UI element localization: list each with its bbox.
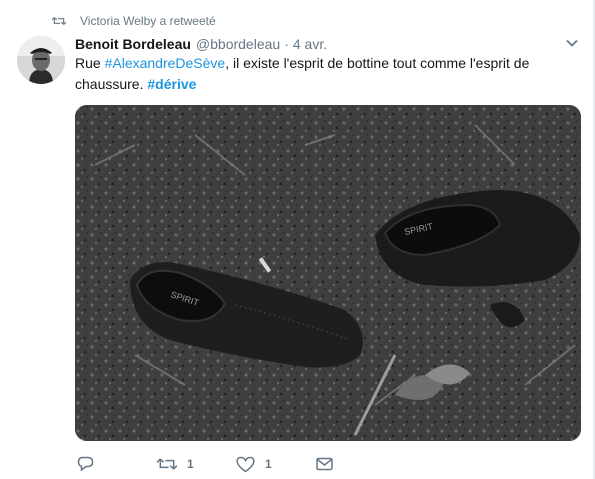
heart-icon <box>236 456 255 472</box>
direct-message-button[interactable] <box>316 455 333 473</box>
separator-dot: · <box>284 36 289 52</box>
tweet-text: Rue #AlexandreDeSève, il existe l'esprit… <box>75 53 565 95</box>
tweet-timestamp[interactable]: 4 avr. <box>293 36 327 52</box>
like-button[interactable]: 1 <box>236 455 272 473</box>
like-count: 1 <box>265 457 272 471</box>
retweet-count: 1 <box>187 457 194 471</box>
tweet-text-part: Rue <box>75 55 105 71</box>
avatar-photo <box>17 36 65 84</box>
tweet-media-photo[interactable]: SPIRIT SPIRIT <box>75 105 581 441</box>
envelope-icon <box>316 457 333 471</box>
author-handle[interactable]: @bbordeleau <box>196 36 280 52</box>
tweet-actions: 1 1 <box>75 455 345 473</box>
avatar[interactable] <box>17 36 65 84</box>
reply-icon <box>77 456 94 472</box>
hashtag-link[interactable]: #dérive <box>147 76 196 92</box>
retweet-icon <box>52 17 66 25</box>
retweet-context: Victoria Welby a retweeté <box>52 12 216 30</box>
hashtag-link[interactable]: #AlexandreDeSève <box>105 55 226 71</box>
retweet-icon <box>157 458 177 470</box>
photo-shoes: SPIRIT SPIRIT <box>75 105 581 441</box>
chevron-down-icon[interactable] <box>566 39 578 48</box>
reply-button[interactable] <box>77 455 104 473</box>
retweet-button[interactable]: 1 <box>157 455 194 473</box>
retweet-context-text: Victoria Welby a retweeté <box>80 14 216 28</box>
author-name[interactable]: Benoit Bordeleau <box>75 36 191 52</box>
